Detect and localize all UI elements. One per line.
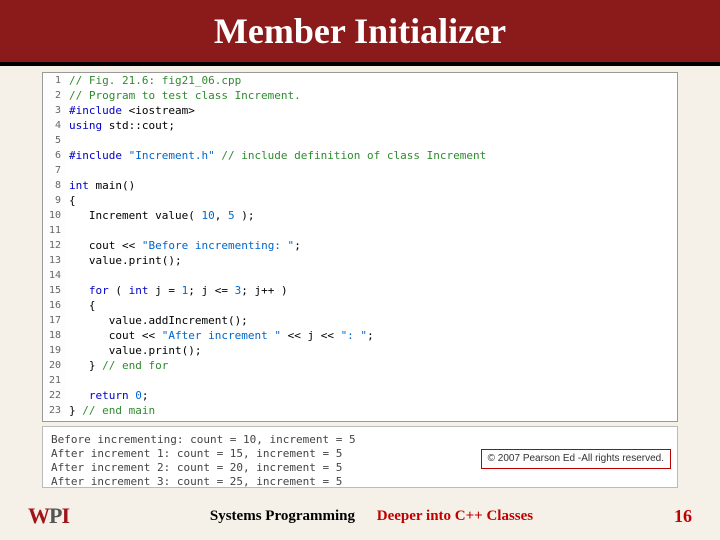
code-line: 10 Increment value( 10, 5 ); (43, 208, 677, 223)
line-number: 7 (43, 163, 65, 178)
line-number: 18 (43, 328, 65, 343)
code-text: value.print(); (65, 343, 201, 358)
code-line: 20 } // end for (43, 358, 677, 373)
code-text: { (65, 298, 96, 313)
code-line: 2// Program to test class Increment. (43, 88, 677, 103)
code-text: // Program to test class Increment. (65, 88, 301, 103)
logo-i: I (61, 503, 69, 528)
code-text: // Fig. 21.6: fig21_06.cpp (65, 73, 241, 88)
line-number: 11 (43, 223, 65, 238)
output-panel: Before incrementing: count = 10, increme… (42, 426, 678, 488)
code-text: { (65, 193, 76, 208)
code-line: 8int main() (43, 178, 677, 193)
code-text (65, 373, 69, 388)
line-number: 15 (43, 283, 65, 298)
code-line: 1// Fig. 21.6: fig21_06.cpp (43, 73, 677, 88)
code-text: value.print(); (65, 253, 182, 268)
wpi-logo: WPI (28, 503, 69, 529)
code-text (65, 268, 69, 283)
line-number: 4 (43, 118, 65, 133)
line-number: 2 (43, 88, 65, 103)
code-line: 16 { (43, 298, 677, 313)
slide-title: Member Initializer (214, 10, 506, 52)
code-line: 6#include "Increment.h" // include defin… (43, 148, 677, 163)
code-line: 18 cout << "After increment " << j << ":… (43, 328, 677, 343)
code-text: cout << "After increment " << j << ": "; (65, 328, 374, 343)
code-text: using std::cout; (65, 118, 175, 133)
code-text: return 0; (65, 388, 149, 403)
line-number: 17 (43, 313, 65, 328)
line-number: 22 (43, 388, 65, 403)
line-number: 3 (43, 103, 65, 118)
line-number: 13 (43, 253, 65, 268)
code-text: } // end main (65, 403, 155, 418)
line-number: 6 (43, 148, 65, 163)
code-text: int main() (65, 178, 135, 193)
code-text (65, 133, 69, 148)
line-number: 9 (43, 193, 65, 208)
code-text: Increment value( 10, 5 ); (65, 208, 254, 223)
code-line: 15 for ( int j = 1; j <= 3; j++ ) (43, 283, 677, 298)
line-number: 10 (43, 208, 65, 223)
code-line: 23} // end main (43, 403, 677, 418)
logo-p: P (49, 503, 61, 528)
code-text (65, 223, 69, 238)
code-text: value.addIncrement(); (65, 313, 248, 328)
line-number: 19 (43, 343, 65, 358)
code-panel: 1// Fig. 21.6: fig21_06.cpp2// Program t… (42, 72, 678, 422)
code-line: 13 value.print(); (43, 253, 677, 268)
code-line: 17 value.addIncrement(); (43, 313, 677, 328)
footer-left: Systems Programming (210, 508, 355, 524)
code-text: } // end for (65, 358, 168, 373)
code-line: 4using std::cout; (43, 118, 677, 133)
copyright-badge: © 2007 Pearson Ed -All rights reserved. (481, 449, 671, 469)
output-line: Before incrementing: count = 10, increme… (51, 433, 669, 447)
line-number: 23 (43, 403, 65, 418)
code-line: 22 return 0; (43, 388, 677, 403)
code-line: 19 value.print(); (43, 343, 677, 358)
line-number: 21 (43, 373, 65, 388)
footer: WPI Systems Programming Deeper into C++ … (0, 500, 720, 532)
line-number: 14 (43, 268, 65, 283)
line-number: 8 (43, 178, 65, 193)
line-number: 16 (43, 298, 65, 313)
code-text: for ( int j = 1; j <= 3; j++ ) (65, 283, 288, 298)
line-number: 1 (43, 73, 65, 88)
code-text: #include <iostream> (65, 103, 195, 118)
code-line: 7 (43, 163, 677, 178)
output-line: After increment 3: count = 25, increment… (51, 475, 669, 489)
code-text (65, 163, 69, 178)
code-line: 14 (43, 268, 677, 283)
footer-text: Systems Programming Deeper into C++ Clas… (69, 508, 674, 525)
line-number: 12 (43, 238, 65, 253)
code-text: #include "Increment.h" // include defini… (65, 148, 486, 163)
page-number: 16 (674, 506, 692, 527)
code-line: 21 (43, 373, 677, 388)
logo-w: W (28, 503, 49, 528)
code-line: 9{ (43, 193, 677, 208)
code-line: 3#include <iostream> (43, 103, 677, 118)
line-number: 20 (43, 358, 65, 373)
title-bar: Member Initializer (0, 0, 720, 66)
code-line: 11 (43, 223, 677, 238)
line-number: 5 (43, 133, 65, 148)
code-line: 12 cout << "Before incrementing: "; (43, 238, 677, 253)
footer-right: Deeper into C++ Classes (377, 508, 533, 524)
code-text: cout << "Before incrementing: "; (65, 238, 301, 253)
code-line: 5 (43, 133, 677, 148)
